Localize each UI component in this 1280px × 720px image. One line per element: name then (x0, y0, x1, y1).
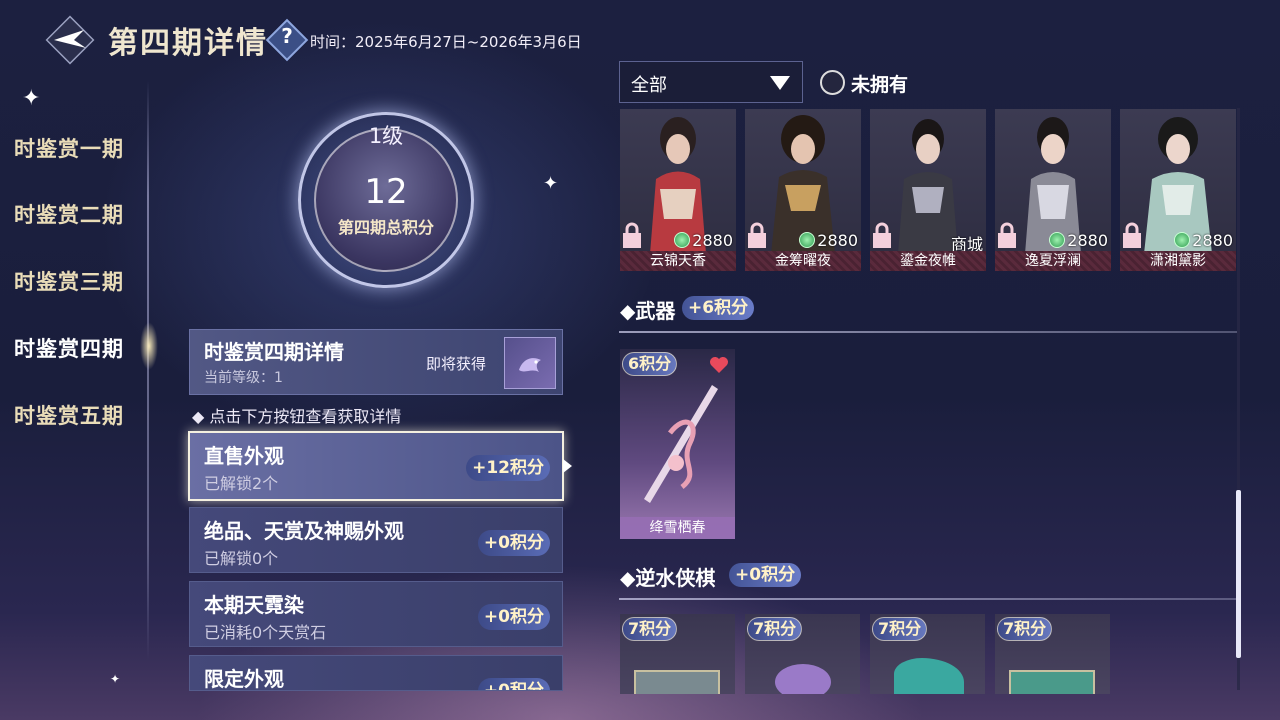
costume-price: 2880 (1174, 231, 1233, 250)
lock-icon (748, 222, 766, 248)
nav-item-period-2[interactable]: 时鉴赏二期 (14, 199, 124, 229)
points-badge: 6积分 (622, 352, 678, 376)
weapon-image (644, 385, 718, 503)
scrollbar-thumb[interactable] (1236, 490, 1241, 658)
costume-card[interactable]: 2880 金筹曜夜 (745, 109, 861, 271)
jade-coin-icon (799, 232, 816, 248)
category-points: +0积分 (477, 530, 550, 556)
points-badge: 7积分 (622, 617, 678, 641)
sparkle-icon: ✦ (543, 173, 559, 194)
category-limited[interactable]: 限定外观 +0积分 (189, 655, 563, 691)
nav-divider (147, 80, 149, 660)
sparkle-icon: ✦ (22, 86, 41, 111)
chess-item-image (634, 670, 720, 694)
chess-item-image (1009, 670, 1095, 694)
chess-item-card[interactable]: 7积分 (995, 614, 1110, 694)
hint-text: ◆ 点击下方按钮查看获取详情 (192, 407, 402, 426)
active-nav-indicator (140, 322, 158, 370)
category-title: 直售外观 (204, 444, 284, 468)
category-points: +12积分 (466, 455, 550, 481)
costume-card[interactable]: 2880 潇湘黛影 (1120, 109, 1236, 271)
jade-coin-icon (1049, 232, 1066, 248)
page-title: 第四期详情 (108, 26, 268, 61)
costume-name: 潇湘黛影 (1120, 251, 1236, 271)
current-level: 当前等级：1 (204, 370, 283, 386)
category-points: +0积分 (477, 604, 550, 630)
chess-item-image (894, 658, 964, 694)
soon-label: 即将获得 (426, 355, 487, 373)
filter-selected: 全部 (631, 75, 667, 96)
costume-card[interactable]: 2880 云锦天香 (620, 109, 736, 271)
category-points: +0积分 (477, 678, 550, 690)
upcoming-reward-thumb[interactable] (504, 337, 556, 389)
diamond-bullet-icon: ◆ (620, 299, 636, 323)
costume-name: 逸夏浮澜 (995, 251, 1111, 271)
chess-item-image (775, 664, 831, 694)
nav-item-period-4[interactable]: 时鉴赏四期 (14, 333, 124, 363)
back-arrow-icon[interactable] (52, 26, 90, 54)
chess-item-card[interactable]: 7积分 (870, 614, 985, 694)
costume-name: 金筹曜夜 (745, 251, 861, 271)
category-title: 限定外观 (204, 667, 284, 691)
detail-title: 时鉴赏四期详情 (204, 340, 344, 364)
category-title: 本期天霓染 (204, 593, 304, 617)
lock-icon (998, 222, 1016, 248)
category-premium[interactable]: 绝品、天赏及神赐外观 已解锁0个 +0积分 (189, 507, 563, 573)
costume-price: 2880 (674, 231, 733, 250)
category-sub: 已解锁2个 (204, 474, 279, 493)
category-sub: 已消耗0个天赏石 (204, 623, 327, 642)
diamond-bullet-icon: ◆ (620, 566, 636, 590)
costume-card[interactable]: 商城 鎏金夜帷 (870, 109, 986, 271)
category-sub: 已解锁0个 (204, 549, 279, 568)
costume-card[interactable]: 2880 逸夏浮澜 (995, 109, 1111, 271)
dragon-reward-icon (519, 358, 541, 372)
category-dye[interactable]: 本期天霓染 已消耗0个天赏石 +0积分 (189, 581, 563, 647)
costume-name: 云锦天香 (620, 251, 736, 271)
question-mark-icon[interactable]: ? (272, 24, 302, 48)
dropdown-arrow-icon (770, 76, 790, 90)
selected-arrow-icon (563, 459, 572, 473)
chess-section-title: ◆逆水侠棋 (620, 566, 716, 590)
weapon-card[interactable]: 6积分 绛雪栖春 (620, 349, 735, 539)
sparkle-icon: ✦ (110, 672, 121, 686)
heart-icon[interactable] (709, 356, 729, 374)
costume-price: 2880 (1049, 231, 1108, 250)
lock-icon (1123, 222, 1141, 248)
total-score: 12 (364, 172, 408, 212)
chess-item-card[interactable]: 7积分 (745, 614, 860, 694)
category-direct-sale[interactable]: 直售外观 已解锁2个 +12积分 (188, 431, 564, 501)
total-score-label: 第四期总积分 (337, 218, 434, 237)
weapons-section-title: ◆武器 (620, 299, 676, 323)
weapons-section-badge: +6积分 (682, 296, 755, 320)
level-label: 1级 (368, 124, 404, 148)
nav-item-period-3[interactable]: 时鉴赏三期 (14, 266, 124, 296)
nav-item-period-1[interactable]: 时鉴赏一期 (14, 133, 124, 163)
points-badge: 7积分 (997, 617, 1053, 641)
unowned-radio[interactable] (820, 70, 845, 95)
period-time-label: 时间：2025年6月27日~2026年3月6日 (310, 33, 582, 51)
filter-dropdown[interactable]: 全部 (619, 61, 803, 103)
section-divider (619, 331, 1237, 333)
unowned-label[interactable]: 未拥有 (851, 70, 908, 97)
chess-section-badge: +0积分 (729, 563, 802, 587)
costume-price: 2880 (799, 231, 858, 250)
points-badge: 7积分 (872, 617, 928, 641)
points-badge: 7积分 (747, 617, 803, 641)
weapon-name: 绛雪栖春 (620, 517, 735, 539)
jade-coin-icon (674, 232, 691, 248)
section-divider (619, 598, 1237, 600)
lock-icon (873, 222, 891, 248)
lock-icon (623, 222, 641, 248)
period-detail-card[interactable]: 时鉴赏四期详情 当前等级：1 即将获得 (189, 329, 563, 395)
chess-item-card[interactable]: 7积分 (620, 614, 735, 694)
jade-coin-icon (1174, 232, 1191, 248)
costume-name: 鎏金夜帷 (870, 251, 986, 271)
nav-item-period-5[interactable]: 时鉴赏五期 (14, 400, 124, 430)
category-title: 绝品、天赏及神赐外观 (204, 519, 404, 543)
